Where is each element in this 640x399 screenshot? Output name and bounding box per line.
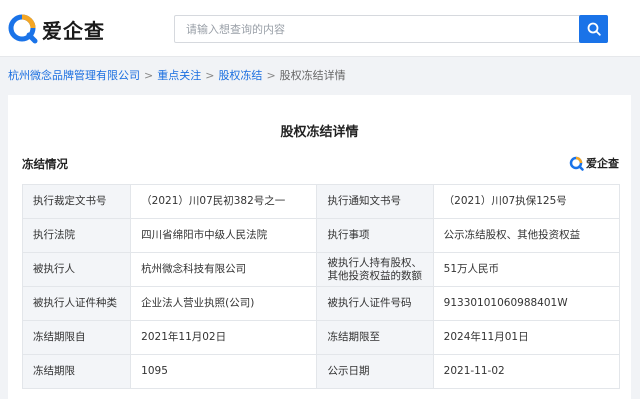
table-row: 执行法院 四川省绵阳市中级人民法院 执行事项 公示冻结股权、其他投资权益 bbox=[21, 218, 621, 253]
breadcrumb-separator: > bbox=[205, 69, 215, 82]
row-value: 1095 bbox=[130, 354, 318, 389]
table-row: 执行裁定文书号 （2021）川07民初382号之一 执行通知文书号 （2021）… bbox=[21, 184, 621, 219]
logo-text: 爱企查 bbox=[42, 18, 105, 43]
breadcrumb-current: 股权冻结详情 bbox=[279, 69, 346, 82]
page-title: 股权冻结详情 bbox=[280, 125, 359, 140]
brand-badge-text: 爱企查 bbox=[586, 157, 619, 170]
row-label: 被执行人证件号码 bbox=[316, 286, 434, 321]
table-row: 冻结期限 1095 公示日期 2021-11-02 bbox=[21, 354, 621, 389]
search-box bbox=[174, 15, 608, 43]
table-row: 被执行人 杭州微念科技有限公司 被执行人持有股权、其他投资权益的数额 51万人民… bbox=[21, 252, 621, 287]
breadcrumb-item-company[interactable]: 杭州微念品牌管理有限公司 bbox=[8, 69, 140, 82]
site-logo[interactable]: 爱企查 bbox=[8, 14, 105, 44]
logo-mark-icon bbox=[8, 14, 38, 44]
row-label: 被执行人持有股权、其他投资权益的数额 bbox=[316, 252, 434, 287]
row-value: 四川省绵阳市中级人民法院 bbox=[130, 218, 318, 253]
brand-badge: 爱企查 bbox=[569, 155, 619, 171]
row-value: 杭州微念科技有限公司 bbox=[130, 252, 318, 287]
breadcrumb-separator: > bbox=[144, 69, 154, 82]
top-bar: 爱企查 bbox=[0, 0, 640, 57]
breadcrumb: 杭州微念品牌管理有限公司 > 重点关注 > 股权冻结 > 股权冻结详情 bbox=[8, 67, 346, 83]
row-value: 2024年11月01日 bbox=[432, 320, 621, 355]
breadcrumb-separator: > bbox=[266, 69, 276, 82]
detail-card: 股权冻结详情 冻结情况 爱企查 执行裁定文书号 （2021）川07民初382号之… bbox=[8, 95, 631, 399]
row-label: 执行法院 bbox=[21, 218, 132, 253]
table-row: 被执行人证件种类 企业法人营业执照(公司) 被执行人证件号码 913301010… bbox=[21, 286, 621, 321]
section-title: 冻结情况 bbox=[22, 157, 68, 171]
row-value: 2021-11-02 bbox=[432, 354, 621, 389]
breadcrumb-item-equity-freeze[interactable]: 股权冻结 bbox=[218, 69, 262, 82]
row-value: 企业法人营业执照(公司) bbox=[130, 286, 318, 321]
row-value: （2021）川07执保125号 bbox=[432, 184, 621, 219]
row-value: （2021）川07民初382号之一 bbox=[130, 184, 318, 219]
row-value: 51万人民币 bbox=[432, 252, 621, 287]
search-button[interactable] bbox=[579, 15, 608, 43]
table-row: 冻结期限自 2021年11月02日 冻结期限至 2024年11月01日 bbox=[21, 320, 621, 355]
breadcrumb-item-focus[interactable]: 重点关注 bbox=[157, 69, 201, 82]
row-label: 执行通知文书号 bbox=[316, 184, 434, 219]
search-icon bbox=[587, 22, 601, 36]
search-input[interactable] bbox=[175, 16, 581, 42]
row-label: 冻结期限至 bbox=[316, 320, 434, 355]
row-value: 公示冻结股权、其他投资权益 bbox=[432, 218, 621, 253]
row-value: 91330101060988401W bbox=[432, 286, 621, 321]
row-label: 冻结期限 bbox=[21, 354, 132, 389]
row-value: 2021年11月02日 bbox=[130, 320, 318, 355]
row-label: 公示日期 bbox=[316, 354, 434, 389]
brand-badge-icon bbox=[569, 156, 584, 171]
row-label: 被执行人证件种类 bbox=[21, 286, 132, 321]
row-label: 被执行人 bbox=[21, 252, 132, 287]
row-label: 执行裁定文书号 bbox=[21, 184, 132, 219]
row-label: 冻结期限自 bbox=[21, 320, 132, 355]
row-label: 执行事项 bbox=[316, 218, 434, 253]
freeze-info-table: 执行裁定文书号 （2021）川07民初382号之一 执行通知文书号 （2021）… bbox=[21, 184, 621, 389]
